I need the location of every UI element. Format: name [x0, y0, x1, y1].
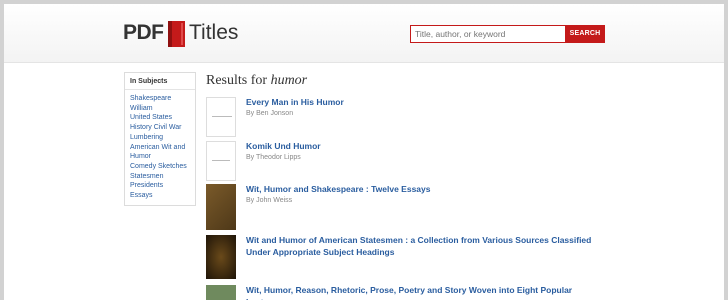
subject-link-essays[interactable]: Essays	[130, 191, 190, 201]
logo-pdf-text: PDF	[123, 21, 164, 44]
header: PDF Titles SEARCH	[4, 4, 724, 63]
subject-link-comedy-sketches[interactable]: Comedy Sketches	[130, 162, 190, 172]
book-cover-thumbnail[interactable]	[206, 97, 236, 137]
subjects-sidebar: In Subjects Shakespeare William United S…	[124, 72, 196, 206]
book-cover-thumbnail[interactable]	[206, 141, 236, 181]
subject-link-shakespeare[interactable]: Shakespeare	[130, 94, 190, 104]
result-title-link[interactable]: Wit, Humor, Reason, Rhetoric, Prose, Poe…	[246, 285, 606, 300]
search-input[interactable]	[410, 25, 566, 43]
result-author: By John Weiss	[246, 197, 293, 204]
book-cover-thumbnail[interactable]	[206, 235, 236, 279]
subject-link-lumbering[interactable]: Lumbering	[130, 133, 190, 143]
subject-link-william[interactable]: William	[130, 104, 190, 114]
result-title-link[interactable]: Wit, Humor and Shakespeare : Twelve Essa…	[246, 184, 606, 196]
subject-link-humor[interactable]: Humor	[130, 152, 190, 162]
result-title-link[interactable]: Wit and Humor of American Statesmen : a …	[246, 235, 606, 258]
result-author: By Theodor Lipps	[246, 154, 301, 161]
page: PDF Titles SEARCH In Subjects Shakespear…	[4, 4, 724, 300]
results-query: humor	[270, 73, 308, 88]
logo-titles-text: Titles	[189, 21, 239, 44]
subject-link-american-wit[interactable]: American Wit and	[130, 143, 190, 153]
book-cover-thumbnail[interactable]	[206, 285, 236, 300]
book-cover-thumbnail[interactable]	[206, 184, 236, 230]
subject-link-united-states[interactable]: United States	[130, 113, 190, 123]
result-title-link[interactable]: Komik Und Humor	[246, 141, 606, 153]
subject-link-history-civil-war[interactable]: History Civil War	[130, 123, 190, 133]
search-button[interactable]: SEARCH	[565, 25, 605, 43]
results-heading: Results for humor	[206, 73, 307, 89]
result-author: By Ben Jonson	[246, 110, 294, 117]
result-title-link[interactable]: Every Man in His Humor	[246, 97, 606, 109]
sidebar-title: In Subjects	[125, 73, 195, 90]
subject-link-presidents[interactable]: Presidents	[130, 181, 190, 191]
results-heading-prefix: Results for	[206, 73, 268, 88]
subject-link-statesmen[interactable]: Statesmen	[130, 172, 190, 182]
book-icon	[168, 21, 185, 47]
subject-list: Shakespeare William United States Histor…	[125, 90, 195, 201]
